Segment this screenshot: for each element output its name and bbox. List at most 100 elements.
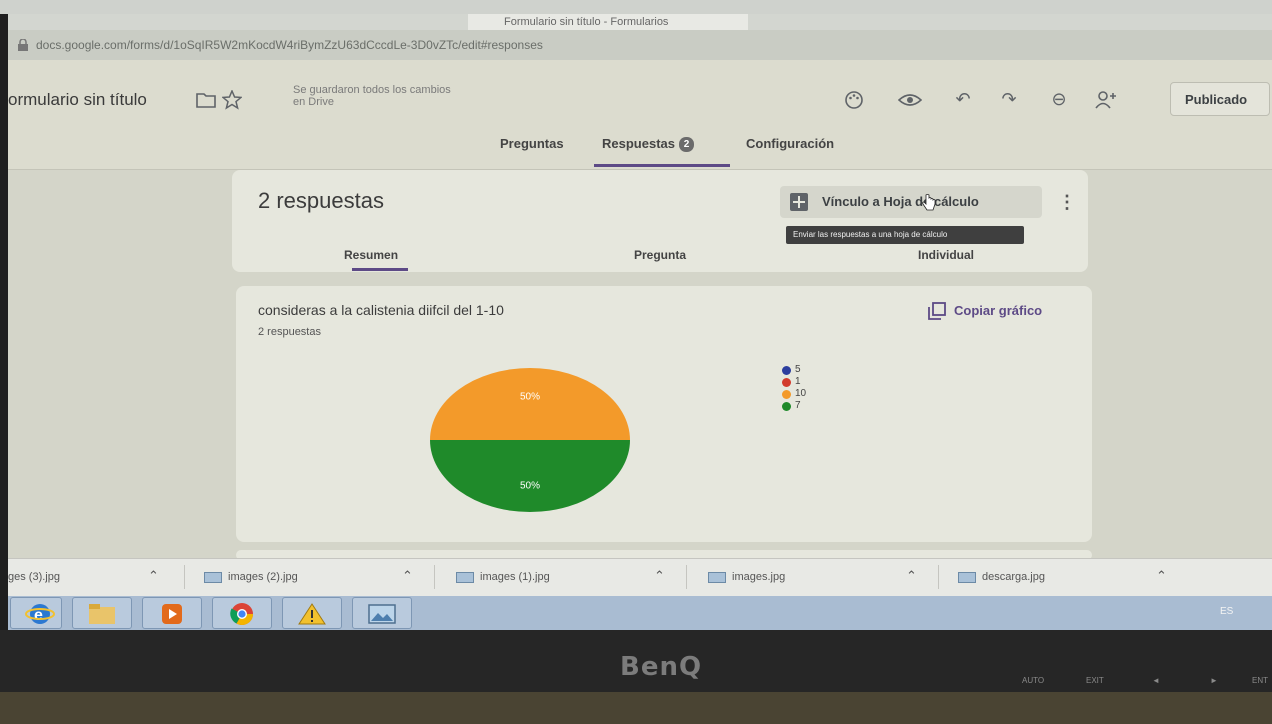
question-card: consideras a la calistenia diifcil del 1… — [236, 286, 1092, 542]
chrome-icon — [227, 602, 257, 626]
sheets-tooltip: Enviar las respuestas a una hoja de cálc… — [786, 226, 1024, 244]
download-file-name: images.jpg — [732, 571, 786, 583]
responses-count-badge: 2 — [678, 137, 694, 152]
legend-label: 5 — [795, 364, 801, 375]
address-bar[interactable]: docs.google.com/forms/d/1oSqIR5W2mKocdW4… — [8, 30, 1272, 60]
monitor-button-auto[interactable]: AUTO — [1022, 676, 1044, 685]
tab-settings[interactable]: Configuración — [746, 136, 834, 151]
download-item[interactable]: images (1).jpg ⌃ — [442, 559, 686, 597]
lock-icon — [18, 39, 28, 51]
add-collaborator-icon[interactable] — [1094, 90, 1118, 110]
save-status: Se guardaron todos los cambios en Drive — [293, 84, 451, 108]
undo-icon[interactable]: ↶ — [952, 88, 974, 110]
pie-slice-label: 50% — [520, 391, 540, 402]
taskbar-app[interactable]: e — [10, 597, 62, 629]
legend-swatch — [782, 378, 791, 387]
pie-slice-10[interactable] — [430, 368, 630, 440]
browser-tab-strip: Formulario sin título - Formularios — [8, 14, 1272, 30]
warning-icon — [297, 602, 327, 626]
image-file-icon — [708, 572, 726, 583]
divider — [184, 565, 185, 589]
divider — [434, 565, 435, 589]
image-file-icon — [958, 572, 976, 583]
summary-card: 2 respuestas Vínculo a Hoja de cálculo E… — [232, 170, 1088, 272]
monitor-button-right[interactable]: ► — [1210, 676, 1218, 685]
chevron-up-icon[interactable]: ⌃ — [148, 568, 159, 584]
downloads-bar: ges (3).jpg ⌃ images (2).jpg ⌃ images (1… — [8, 558, 1272, 596]
copy-icon — [928, 302, 946, 320]
divider — [686, 565, 687, 589]
legend-swatch — [782, 366, 791, 375]
monitor-bezel: BenQ AUTO EXIT ◄ ► ENT — [0, 630, 1272, 724]
legend-swatch — [782, 402, 791, 411]
monitor-screen: Formulario sin título - Formularios docs… — [8, 14, 1272, 630]
internet-explorer-icon: e — [25, 602, 55, 626]
download-item[interactable]: images.jpg ⌃ — [694, 559, 938, 597]
chevron-up-icon[interactable]: ⌃ — [402, 568, 413, 584]
chevron-up-icon[interactable]: ⌃ — [654, 568, 665, 584]
palette-icon[interactable] — [844, 90, 864, 110]
subtab-question[interactable]: Pregunta — [634, 248, 686, 262]
file-explorer-icon — [87, 602, 117, 626]
link-to-sheets-button[interactable]: Vínculo a Hoja de cálculo — [780, 186, 1042, 218]
pie-slice-7[interactable] — [430, 440, 630, 512]
chevron-up-icon[interactable]: ⌃ — [1156, 568, 1167, 584]
monitor-button-left[interactable]: ◄ — [1152, 676, 1160, 685]
active-tab-indicator — [594, 164, 730, 167]
subtab-summary[interactable]: Resumen — [344, 248, 398, 262]
photo-viewer-icon — [367, 602, 397, 626]
tab-questions[interactable]: Preguntas — [500, 136, 564, 151]
download-item[interactable]: descarga.jpg ⌃ — [944, 559, 1188, 597]
forms-header: ormulario sin título Se guardaron todos … — [8, 60, 1272, 170]
monitor-button-enter[interactable]: ENT — [1252, 676, 1268, 685]
response-count-heading: 2 respuestas — [258, 188, 384, 213]
monitor-button-exit[interactable]: EXIT — [1086, 676, 1104, 685]
taskbar-app[interactable] — [72, 597, 132, 629]
star-icon[interactable] — [222, 90, 242, 110]
photo-frame: Formulario sin título - Formularios docs… — [0, 0, 1272, 724]
more-options-icon[interactable]: ⋮ — [1058, 192, 1076, 213]
download-item[interactable]: images (2).jpg ⌃ — [190, 559, 434, 597]
pie-chart: 50% 50% — [430, 368, 630, 512]
download-file-name: descarga.jpg — [982, 571, 1045, 583]
question-response-count: 2 respuestas — [258, 326, 321, 338]
windows-taskbar: e ES — [8, 596, 1272, 630]
legend-label: 7 — [795, 400, 801, 411]
taskbar-app[interactable] — [212, 597, 272, 629]
download-file-name: images (2).jpg — [228, 571, 298, 583]
form-title[interactable]: ormulario sin título — [8, 90, 147, 110]
taskbar-app[interactable] — [282, 597, 342, 629]
download-item[interactable]: ges (3).jpg ⌃ — [8, 559, 184, 597]
legend-label: 10 — [795, 388, 807, 399]
link-to-sheets-label: Vínculo a Hoja de cálculo — [822, 194, 979, 209]
publish-button[interactable]: Publicado — [1170, 82, 1270, 116]
browser-tab[interactable]: Formulario sin título - Formularios — [468, 14, 748, 30]
responses-content: 2 respuestas Vínculo a Hoja de cálculo E… — [8, 170, 1272, 560]
download-file-name: ges (3).jpg — [8, 571, 60, 583]
download-file-name: images (1).jpg — [480, 571, 550, 583]
question-title: consideras a la calistenia diifcil del 1… — [258, 302, 504, 318]
image-file-icon — [204, 572, 222, 583]
desk-surface — [0, 692, 1272, 724]
pie-slice-label: 50% — [520, 481, 540, 492]
legend-swatch — [782, 390, 791, 399]
tab-responses-label: Respuestas — [602, 136, 675, 151]
preview-eye-icon[interactable] — [898, 92, 922, 108]
folder-icon[interactable] — [196, 92, 216, 108]
chevron-up-icon[interactable]: ⌃ — [906, 568, 917, 584]
sheets-plus-icon — [790, 193, 808, 211]
taskbar-app[interactable] — [352, 597, 412, 629]
taskbar-app[interactable] — [142, 597, 202, 629]
tab-responses[interactable]: Respuestas 2 — [602, 136, 694, 152]
media-player-icon — [157, 602, 187, 626]
top-edge — [0, 0, 1272, 14]
hand-cursor-icon — [922, 194, 936, 211]
redo-icon[interactable]: ↷ — [998, 88, 1020, 110]
copy-chart-button[interactable]: Copiar gráfico — [920, 300, 1080, 324]
link-icon[interactable]: ⊖ — [1048, 88, 1070, 110]
subtab-individual[interactable]: Individual — [918, 248, 974, 262]
language-indicator[interactable]: ES — [1220, 606, 1233, 617]
url-text[interactable]: docs.google.com/forms/d/1oSqIR5W2mKocdW4… — [36, 38, 543, 52]
active-subtab-indicator — [352, 268, 408, 271]
legend-label: 1 — [795, 376, 801, 387]
